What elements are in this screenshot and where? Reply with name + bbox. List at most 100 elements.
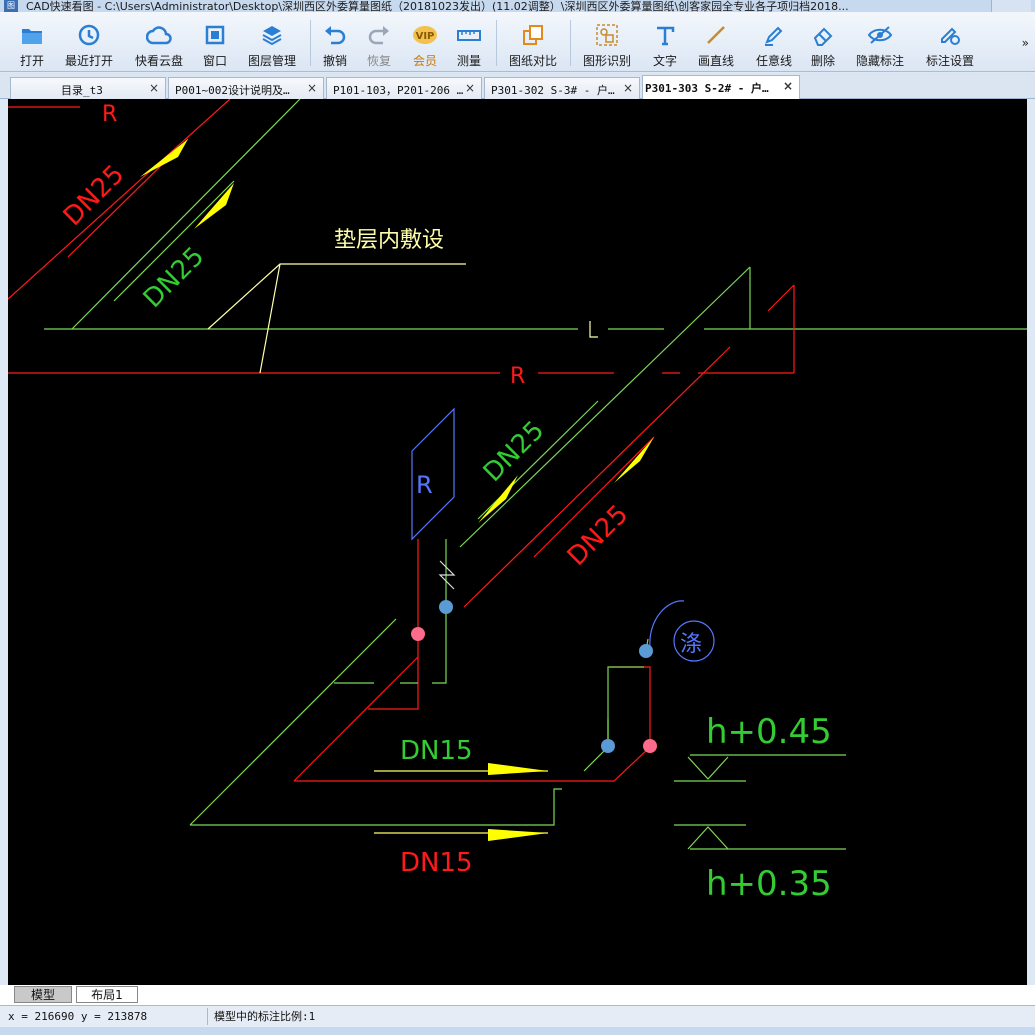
flow-arrow: [140, 139, 188, 177]
toolbar-more-button[interactable]: »: [1022, 36, 1029, 50]
redo-icon: [366, 22, 392, 48]
valve-pink: [411, 627, 425, 641]
tab-label: P101-103，P201-206 …: [333, 84, 463, 97]
valve-pink: [643, 739, 657, 753]
freehand-button[interactable]: 任意线: [752, 14, 796, 70]
valve-blue: [601, 739, 615, 753]
app-icon: 图: [4, 0, 18, 12]
cloud-label: 快看云盘: [134, 54, 183, 68]
annotation-settings-button[interactable]: 标注设置: [922, 14, 978, 70]
text-button[interactable]: 文字: [648, 14, 682, 70]
window-button[interactable]: 窗口: [198, 14, 232, 70]
toolbar-separator: [310, 20, 311, 66]
toolbar: 打开 最近打开 快看云盘 窗口 图层管理 撤销 恢复 VIP 会员 测量 图纸对…: [0, 12, 1035, 72]
undo-icon: [322, 22, 348, 48]
label-r-mid: R: [510, 364, 525, 389]
line-icon: [703, 22, 729, 48]
leader-blue: [649, 600, 685, 648]
tab-label: P001~002设计说明及…: [175, 84, 290, 97]
tab-close-icon[interactable]: ×: [465, 81, 475, 95]
status-bar: x = 216690 y = 213878 模型中的标注比例:1: [0, 1005, 1035, 1027]
tab-close-icon[interactable]: ×: [783, 79, 793, 93]
title-bar: 图 CAD快速看图 - C:\Users\Administrator\Deskt…: [0, 0, 1035, 12]
leader-line: [259, 263, 281, 374]
undo-button[interactable]: 撤销: [318, 14, 352, 70]
measure-button[interactable]: 测量: [452, 14, 486, 70]
shape-recognize-icon: [594, 22, 620, 48]
tab-close-icon[interactable]: ×: [623, 81, 633, 95]
pipe-green-lower: [189, 618, 397, 826]
label-cushion-note: 垫层内敷设: [334, 228, 444, 253]
tab-label: P301-303 S-2# - 户…: [645, 82, 769, 95]
flow-arrow: [194, 183, 234, 229]
pipe-green-drop: [432, 613, 447, 684]
tab-layout1[interactable]: 布局1: [76, 986, 138, 1003]
flow-arrow: [488, 829, 548, 841]
flow-arrow: [614, 437, 654, 483]
tab-design-notes[interactable]: P001~002设计说明及… ×: [168, 77, 324, 99]
label-elev-bottom: h+0.35: [706, 864, 832, 904]
window-title: CAD快速看图 - C:\Users\Administrator\Desktop…: [26, 0, 849, 12]
freehand-label: 任意线: [755, 54, 792, 68]
pen-icon: [761, 22, 787, 48]
tab-label: P301-302 S-3# - 户…: [491, 84, 615, 97]
layers-label: 图层管理: [247, 54, 296, 68]
redo-button[interactable]: 恢复: [362, 14, 396, 70]
shape-recognize-label: 图形识别: [582, 54, 631, 68]
measure-label: 测量: [456, 54, 481, 68]
clock-icon: [76, 22, 102, 48]
hide-annotations-label: 隐藏标注: [855, 54, 904, 68]
open-label: 打开: [19, 54, 44, 68]
cloud-icon: [146, 22, 172, 48]
pipe-green-lower: [190, 788, 562, 826]
draw-line-button[interactable]: 画直线: [694, 14, 738, 70]
annotation-scale: 模型中的标注比例:1: [214, 1010, 316, 1023]
layers-button[interactable]: 图层管理: [244, 14, 300, 70]
text-icon: [652, 22, 678, 48]
elev-triangle: [674, 756, 746, 782]
layers-icon: [259, 22, 285, 48]
vip-button[interactable]: VIP 会员: [408, 14, 442, 70]
recent-label: 最近打开: [64, 54, 113, 68]
window-label: 窗口: [202, 54, 227, 68]
cad-drawing: R DN25 DN25 垫层内敷设 R R DN25 DN25 涤 DN15 D…: [8, 99, 1027, 904]
label-dn15-green: DN15: [400, 736, 473, 766]
undo-label: 撤销: [322, 54, 347, 68]
tab-close-icon[interactable]: ×: [149, 81, 159, 95]
gear-pen-icon: [937, 22, 963, 48]
tab-model[interactable]: 模型: [14, 986, 72, 1003]
tab-close-icon[interactable]: ×: [307, 81, 317, 95]
shape-recognize-button[interactable]: 图形识别: [578, 14, 636, 70]
tab-p301-303-active[interactable]: P301-303 S-2# - 户… ×: [642, 75, 800, 99]
drawing-canvas[interactable]: R DN25 DN25 垫层内敷设 R R DN25 DN25 涤 DN15 D…: [8, 99, 1027, 985]
compare-button[interactable]: 图纸对比: [504, 14, 562, 70]
delete-button[interactable]: 删除: [806, 14, 840, 70]
window-controls[interactable]: [991, 0, 1031, 12]
annotation-settings-label: 标注设置: [925, 54, 974, 68]
svg-text:VIP: VIP: [416, 31, 435, 42]
folder-open-icon: [19, 22, 45, 48]
pipe-red-riser: [767, 284, 795, 312]
compare-label: 图纸对比: [508, 54, 557, 68]
pipe-green-diag: [71, 99, 301, 330]
cloud-button[interactable]: 快看云盘: [130, 14, 188, 70]
recent-button[interactable]: 最近打开: [60, 14, 118, 70]
window-bottom-edge: [0, 1027, 1035, 1035]
toolbar-separator: [570, 20, 571, 66]
ruler-icon: [456, 22, 482, 48]
text-label: 文字: [652, 54, 677, 68]
open-button[interactable]: 打开: [14, 14, 50, 70]
tab-p101[interactable]: P101-103，P201-206 … ×: [326, 77, 482, 99]
label-elev-top: h+0.45: [706, 712, 832, 752]
elev-triangle: [674, 824, 746, 850]
tab-directory[interactable]: 目录_t3 ×: [10, 77, 166, 99]
tab-label: 目录_t3: [61, 84, 103, 97]
j-mark: [589, 321, 598, 338]
hide-annotations-button[interactable]: 隐藏标注: [852, 14, 908, 70]
label-r-top: R: [102, 102, 117, 127]
pipe-green-long: [459, 266, 751, 548]
label-dn15-red: DN15: [400, 848, 473, 878]
tab-p301-302[interactable]: P301-302 S-3# - 户… ×: [484, 77, 640, 99]
redo-label: 恢复: [366, 54, 391, 68]
label-r-box: R: [416, 471, 433, 499]
